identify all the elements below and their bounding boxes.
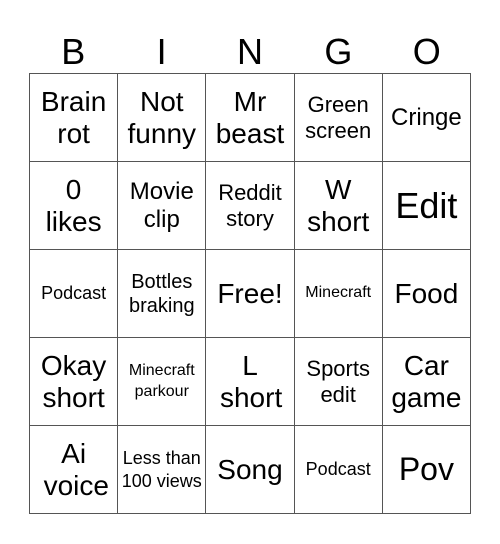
cell-text: 0 likes: [45, 174, 102, 237]
cell-text: Okay short: [40, 350, 107, 413]
bingo-cell[interactable]: Reddit story: [206, 162, 295, 250]
bingo-cell[interactable]: Movie clip: [118, 162, 207, 250]
bingo-cell[interactable]: Okay short: [30, 338, 119, 426]
bingo-cell[interactable]: Car game: [382, 338, 471, 426]
bingo-cell[interactable]: Brain rot: [30, 74, 119, 162]
bingo-cell[interactable]: Podcast: [294, 426, 383, 514]
cell-text: Minecraft: [305, 284, 372, 302]
header-letter-n: N: [236, 31, 263, 72]
cell-text: Sports edit: [306, 356, 370, 407]
bingo-cell[interactable]: Edit: [382, 162, 471, 250]
bingo-cell[interactable]: Song: [206, 426, 295, 514]
free-space-text: Free!: [217, 277, 283, 309]
cell-text: Mr beast: [215, 86, 285, 149]
cell-text: Pov: [398, 450, 454, 487]
bingo-cell free-space[interactable]: Free!: [206, 250, 295, 338]
cell-text: Reddit story: [218, 180, 282, 231]
bingo-cell[interactable]: Minecraft: [294, 250, 383, 338]
cell-text: L short: [219, 350, 283, 413]
cell-text: Ai voice: [43, 438, 109, 501]
bingo-cell[interactable]: Cringe: [382, 74, 471, 162]
bingo-cell[interactable]: Mr beast: [206, 74, 295, 162]
cell-text: Song: [217, 453, 283, 485]
header-letter-b: B: [61, 31, 86, 72]
bingo-card: Brain rot Not funny Mr beast Green scree…: [29, 73, 471, 514]
bingo-cell[interactable]: Minecraft parkour: [118, 338, 207, 426]
header-letter-i: I: [156, 31, 167, 72]
cell-text: Not funny: [127, 86, 197, 149]
cell-text: Green screen: [305, 92, 372, 143]
cell-text: W short: [307, 174, 370, 237]
cell-text: Cringe: [391, 103, 462, 131]
bingo-cell[interactable]: W short: [294, 162, 383, 250]
bingo-cell[interactable]: Sports edit: [294, 338, 383, 426]
cell-text: Podcast: [41, 283, 107, 304]
cell-text: Podcast: [305, 459, 371, 480]
cell-text: Bottles braking: [128, 270, 195, 317]
cell-text: Car game: [391, 350, 462, 413]
cell-text: Edit: [395, 184, 458, 226]
bingo-cell[interactable]: L short: [206, 338, 295, 426]
cell-text: Food: [394, 277, 459, 309]
bingo-cell[interactable]: Bottles braking: [118, 250, 207, 338]
bingo-cell[interactable]: Pov: [382, 426, 471, 514]
header-letter-g: G: [324, 31, 353, 72]
cell-text: Less than 100 views: [121, 448, 202, 491]
cell-text: Brain rot: [40, 86, 107, 149]
bingo-cell[interactable]: Not funny: [118, 74, 207, 162]
bingo-cell[interactable]: Less than 100 views: [118, 426, 207, 514]
bingo-cell[interactable]: Ai voice: [30, 426, 119, 514]
header-letter-o: O: [412, 31, 441, 72]
bingo-cell[interactable]: 0 likes: [30, 162, 119, 250]
bingo-cell[interactable]: Food: [382, 250, 471, 338]
cell-text: Movie clip: [129, 177, 194, 233]
cell-text: Minecraft parkour: [128, 361, 195, 400]
bingo-header: B I N G O: [29, 30, 471, 74]
bingo-cell[interactable]: Green screen: [294, 74, 383, 162]
bingo-cell[interactable]: Podcast: [30, 250, 119, 338]
